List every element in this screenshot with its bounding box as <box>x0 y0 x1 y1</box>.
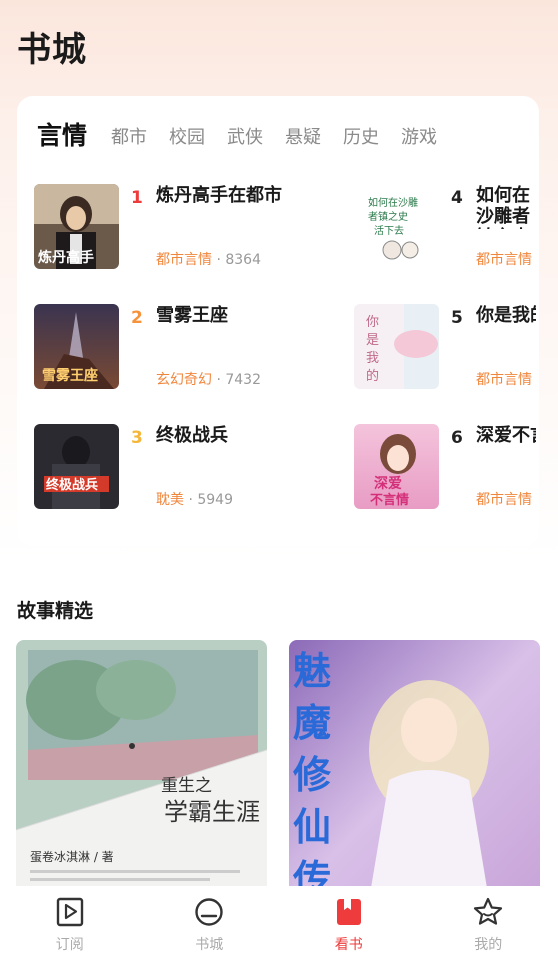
book-count: · 5949 <box>184 492 233 508</box>
book-meta: 都市言情 <box>476 249 532 269</box>
bottom-nav: 订阅 书城 看书 我的 <box>0 886 558 972</box>
rank-item[interactable]: 终极战兵 3 终极战兵 耽美 · 5949 <box>34 424 334 510</box>
book-title: 你是我的 <box>476 305 536 326</box>
star-icon <box>474 897 503 925</box>
svg-text:不言情: 不言情 <box>370 492 409 508</box>
svg-text:魅: 魅 <box>293 649 331 693</box>
rank-number: 2 <box>131 308 143 328</box>
svg-text:你: 你 <box>366 315 379 330</box>
book-cover: 终极战兵 <box>34 424 119 509</box>
rank-number: 5 <box>451 308 463 328</box>
story-card[interactable]: 魅 魔 修 仙 传 <box>289 640 540 900</box>
svg-text:我: 我 <box>366 351 379 366</box>
play-book-icon <box>56 897 83 927</box>
book-cover: 雪雾王座 <box>34 304 119 389</box>
book-store-icon <box>195 898 223 926</box>
book-count: · 8364 <box>212 252 261 268</box>
story-card[interactable]: 重生之 学霸生涯 蛋卷冰淇淋 / 著 <box>16 640 267 900</box>
svg-text:仙: 仙 <box>293 805 331 849</box>
nav-label: 订阅 <box>55 937 84 953</box>
nav-reading[interactable]: 看书 <box>304 886 394 972</box>
rank-item[interactable]: 雪雾王座 2 雪雾王座 玄幻奇幻 · 7432 <box>34 304 334 390</box>
book-title: 雪雾王座 <box>156 305 228 326</box>
book-genre: 都市言情 <box>476 492 532 508</box>
nav-label: 我的 <box>474 937 503 953</box>
rank-number: 6 <box>451 428 463 448</box>
nav-label: 看书 <box>334 937 363 953</box>
svg-text:修: 修 <box>293 753 332 797</box>
book-genre: 都市言情 <box>156 252 212 268</box>
book-title: 炼丹高手在都市 <box>156 185 282 206</box>
svg-text:魔: 魔 <box>293 701 331 745</box>
book-count: · 7432 <box>212 372 261 388</box>
book-meta: 玄幻奇幻 · 7432 <box>156 369 261 389</box>
book-genre: 都市言情 <box>476 252 532 268</box>
book-cover: 你 是 我 的 <box>354 304 439 389</box>
book-cover: 如何在沙雕 者镇之史 活下去 <box>354 184 439 269</box>
svg-text:者镇之史: 者镇之史 <box>368 210 408 223</box>
nav-label: 书城 <box>195 937 224 953</box>
book-meta: 都市言情 · 8364 <box>156 249 261 269</box>
category-tabs: 言情 都市 校园 武侠 悬疑 历史 游戏 <box>37 120 459 152</box>
book-meta: 都市言情 <box>476 489 532 509</box>
svg-text:的: 的 <box>366 368 379 384</box>
book-genre: 都市言情 <box>476 372 532 388</box>
tab-game[interactable]: 游戏 <box>401 124 437 152</box>
book-title: 深爱不言情 <box>476 425 536 446</box>
book-genre: 耽美 <box>156 492 184 508</box>
svg-text:炼丹高手: 炼丹高手 <box>38 249 94 266</box>
tab-romance[interactable]: 言情 <box>37 120 87 152</box>
nav-subscribe[interactable]: 订阅 <box>25 886 115 972</box>
book-cover: 炼丹高手 <box>34 184 119 269</box>
story-cover-title: 学霸生涯 <box>164 798 260 826</box>
svg-text:雪雾王座: 雪雾王座 <box>42 367 98 384</box>
ranking-card: 言情 都市 校园 武侠 悬疑 历史 游戏 炼丹高手 1 炼丹高手在都市 都市言情… <box>17 96 539 546</box>
rank-number: 1 <box>131 188 143 208</box>
book-title: 终极战兵 <box>156 425 228 446</box>
svg-text:深爱: 深爱 <box>374 475 402 492</box>
nav-mine[interactable]: 我的 <box>443 886 533 972</box>
story-cover: 魅 魔 修 仙 传 <box>289 640 540 900</box>
nav-bookstore[interactable]: 书城 <box>164 886 254 972</box>
tab-urban[interactable]: 都市 <box>111 124 147 152</box>
svg-text:活下去: 活下去 <box>374 225 404 237</box>
book-cover: 深爱 不言情 <box>354 424 439 509</box>
rank-item[interactable]: 你 是 我 的 5 你是我的 都市言情 <box>354 304 539 390</box>
book-meta: 耽美 · 5949 <box>156 489 233 509</box>
rank-number: 4 <box>451 188 463 208</box>
tab-mystery[interactable]: 悬疑 <box>285 124 321 152</box>
rank-item[interactable]: 炼丹高手 1 炼丹高手在都市 都市言情 · 8364 <box>34 184 334 270</box>
story-author: 蛋卷冰淇淋 / 著 <box>30 849 114 864</box>
svg-text:终极战兵: 终极战兵 <box>46 477 98 493</box>
read-book-icon <box>336 899 361 925</box>
page-title: 书城 <box>17 30 87 70</box>
svg-text:如何在沙雕: 如何在沙雕 <box>368 196 418 209</box>
rank-number: 3 <box>131 428 143 448</box>
tab-campus[interactable]: 校园 <box>169 124 205 152</box>
book-meta: 都市言情 <box>476 369 532 389</box>
rank-item[interactable]: 深爱 不言情 6 深爱不言情 都市言情 <box>354 424 539 510</box>
section-title-stories: 故事精选 <box>17 600 94 622</box>
book-title: 如何在沙雕者镇之史活下去 <box>476 185 530 229</box>
book-genre: 玄幻奇幻 <box>156 372 212 388</box>
rank-item[interactable]: 如何在沙雕 者镇之史 活下去 4 如何在沙雕者镇之史活下去 都市言情 <box>354 184 539 270</box>
tab-history[interactable]: 历史 <box>343 124 379 152</box>
tab-martial[interactable]: 武侠 <box>227 124 263 152</box>
story-cover: 重生之 学霸生涯 蛋卷冰淇淋 / 著 <box>16 640 267 900</box>
svg-text:是: 是 <box>366 333 379 348</box>
story-cover-title: 重生之 <box>161 776 212 796</box>
